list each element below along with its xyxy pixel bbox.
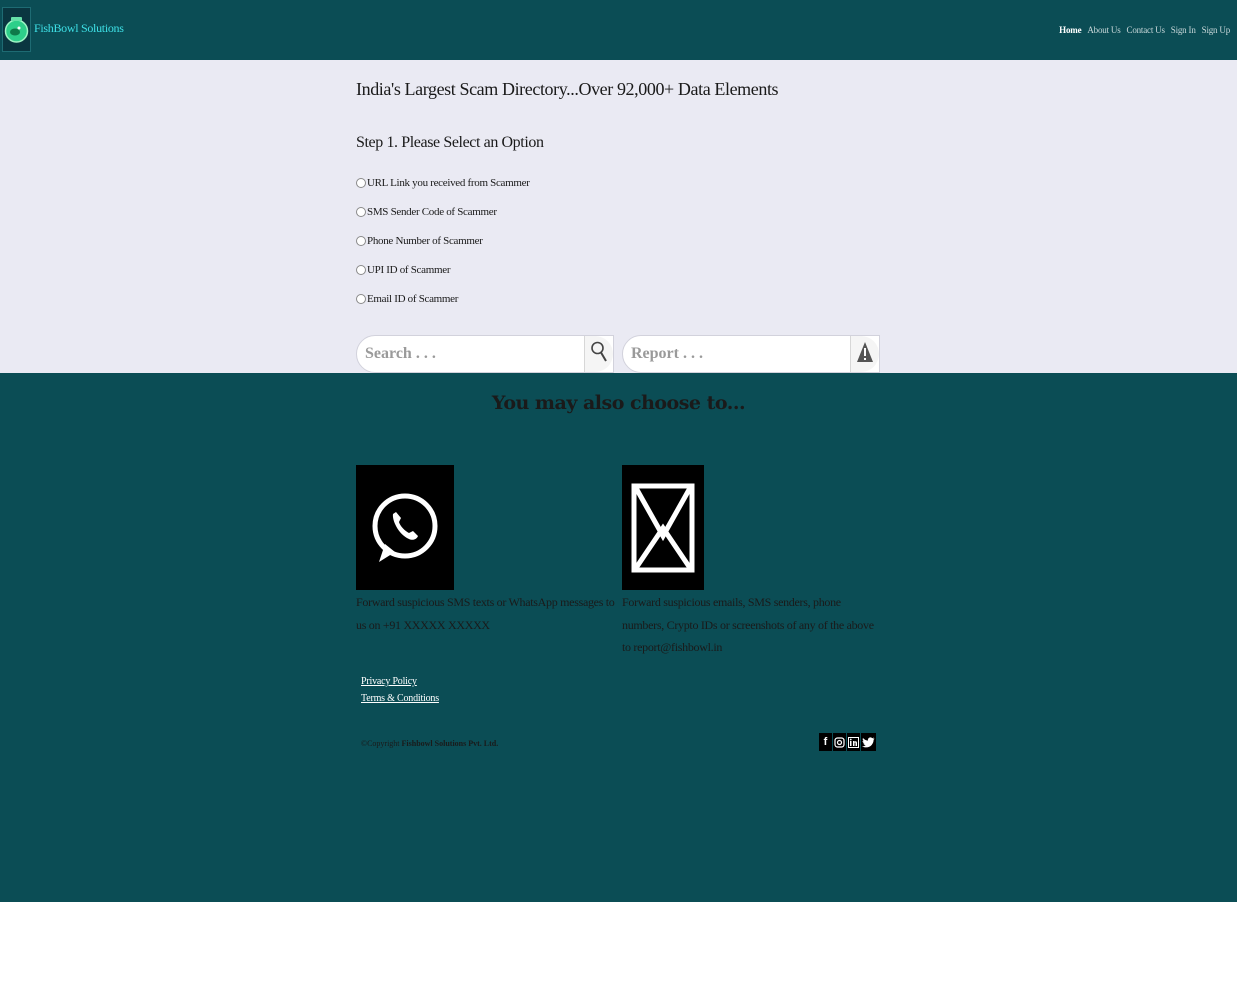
search-box <box>356 335 614 373</box>
nav-sign-in[interactable]: Sign In <box>1171 25 1196 35</box>
option-upi[interactable]: UPI ID of Scammer <box>356 255 530 284</box>
twitter-icon[interactable] <box>861 733 876 751</box>
main-nav: Home About Us Contact Us Sign In Sign Up <box>1059 25 1230 35</box>
instagram-icon[interactable] <box>833 733 846 751</box>
terms-link[interactable]: Terms & Conditions <box>361 690 439 707</box>
whatsapp-text: Forward suspicious SMS texts or WhatsApp… <box>356 595 615 632</box>
option-label: UPI ID of Scammer <box>367 263 451 276</box>
copyright-prefix: ©Copyright <box>361 739 400 748</box>
option-sms-sender[interactable]: SMS Sender Code of Scammer <box>356 197 530 226</box>
choose-title: You may also choose to... <box>491 392 746 414</box>
footer-section: You may also choose to... Forward suspic… <box>0 373 1237 902</box>
email-icon[interactable] <box>622 465 704 590</box>
option-label: URL Link you received from Scammer <box>367 176 530 189</box>
radio-button[interactable] <box>356 235 366 246</box>
facebook-icon[interactable]: f <box>819 733 832 751</box>
search-section: India's Largest Scam Directory...Over 92… <box>0 60 1237 373</box>
option-label: Email ID of Scammer <box>367 292 459 305</box>
option-email[interactable]: Email ID of Scammer <box>356 284 530 313</box>
privacy-policy-link[interactable]: Privacy Policy <box>361 673 439 690</box>
whatsapp-icon[interactable] <box>356 465 454 590</box>
option-phone[interactable]: Phone Number of Scammer <box>356 226 530 255</box>
copyright-company: Fishbowl Solutions Pvt. Ltd. <box>401 739 499 748</box>
copyright: ©Copyright Fishbowl Solutions Pvt. Ltd. <box>361 739 498 748</box>
legal-links: Privacy Policy Terms & Conditions <box>361 673 439 707</box>
nav-about-us[interactable]: About Us <box>1087 25 1120 35</box>
warning-icon <box>856 340 874 369</box>
social-links: f <box>819 733 876 751</box>
search-icon <box>590 339 608 370</box>
report-box <box>622 335 880 373</box>
radio-button[interactable] <box>356 264 366 275</box>
brand-name[interactable]: FishBowl Solutions <box>34 21 124 36</box>
radio-button[interactable] <box>356 206 366 217</box>
fishbowl-logo-icon[interactable] <box>2 7 31 52</box>
report-input[interactable] <box>623 336 843 372</box>
linkedin-icon[interactable] <box>847 733 860 751</box>
option-url[interactable]: URL Link you received from Scammer <box>356 168 530 197</box>
search-input[interactable] <box>357 336 577 372</box>
page-headline: India's Largest Scam Directory...Over 92… <box>356 79 779 99</box>
option-label: Phone Number of Scammer <box>367 234 483 247</box>
radio-button[interactable] <box>356 177 366 188</box>
radio-button[interactable] <box>356 293 366 304</box>
step-title: Step 1. Please Select an Option <box>356 134 544 151</box>
option-list: URL Link you received from Scammer SMS S… <box>356 168 530 313</box>
option-label: SMS Sender Code of Scammer <box>367 205 497 218</box>
nav-home[interactable]: Home <box>1059 25 1081 35</box>
search-button[interactable] <box>584 336 613 372</box>
site-header: FishBowl Solutions Home About Us Contact… <box>0 0 1237 60</box>
email-text: Forward suspicious emails, SMS senders, … <box>622 595 874 654</box>
nav-contact-us[interactable]: Contact Us <box>1127 25 1165 35</box>
nav-sign-up[interactable]: Sign Up <box>1202 25 1231 35</box>
report-button[interactable] <box>850 336 879 372</box>
